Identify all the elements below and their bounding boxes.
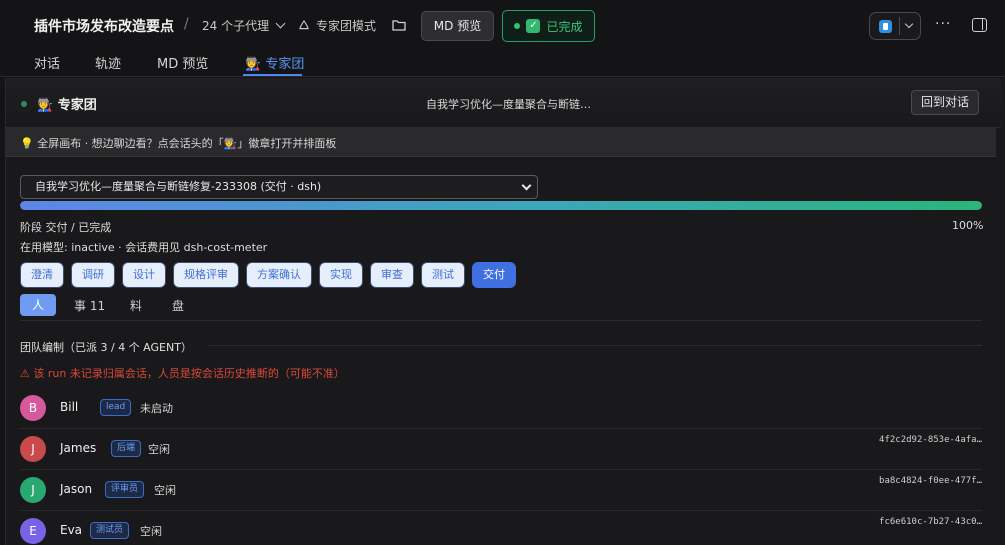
phase-chip-clarify[interactable]: 澄清 <box>20 262 64 288</box>
team-heading: 团队编制（已派 3 / 4 个 AGENT） <box>20 341 192 354</box>
tip-text: 💡 全屏画布 · 想边聊边看？点会话头的「🧑‍🏭」徽章打开并排面板 <box>20 137 337 150</box>
phase-chip-research[interactable]: 调研 <box>71 262 115 288</box>
phase-chip-review[interactable]: 审查 <box>370 262 414 288</box>
run-select-value: 自我学习优化—度量聚合与断链修复-233308 (交付 · dsh) <box>35 180 322 193</box>
member-status: 未启动 <box>140 402 173 415</box>
back-to-chat-button[interactable]: 回到对话 <box>911 90 979 115</box>
chevron-down-icon <box>904 19 914 29</box>
avatar: J <box>20 436 46 462</box>
phase-chip-implement[interactable]: 实现 <box>319 262 363 288</box>
progress-bar <box>20 201 982 210</box>
role-badge: 评审员 <box>105 481 145 498</box>
member-row[interactable]: E Eva 测试员 空闲 fc6e610c-7b27-43c0… <box>20 511 982 545</box>
live-status-dot-icon <box>21 101 27 107</box>
tab-trace[interactable]: 轨迹 <box>95 53 121 72</box>
member-name: James <box>60 441 97 455</box>
active-tab-indicator <box>243 74 302 76</box>
expert-mode-toggle[interactable]: 专家团模式 <box>297 17 376 34</box>
phase-chip-test[interactable]: 测试 <box>421 262 465 288</box>
agent-id: 4f2c2d92-853e-4afa… <box>879 435 982 445</box>
tab-md-preview[interactable]: MD 预览 <box>157 53 208 72</box>
progress-fill <box>20 201 982 210</box>
selector-divider <box>899 17 900 35</box>
run-select[interactable]: 自我学习优化—度量聚合与断链修复-233308 (交付 · dsh) <box>20 175 538 199</box>
completed-label: 已完成 <box>546 19 583 34</box>
member-status: 空闲 <box>140 525 162 538</box>
stage-text: 阶段 交付 / 已完成 <box>20 221 112 234</box>
subtab-tasks[interactable]: 事 11 <box>74 297 105 314</box>
title-separator: / <box>184 16 189 32</box>
agent-id: fc6e610c-7b27-43c0… <box>879 517 982 527</box>
avatar: E <box>20 518 46 544</box>
panel-header: 🧑‍🏭 专家团 自我学习优化—度量聚合与断链… 回到对话 <box>6 78 1001 128</box>
member-name: Bill <box>60 400 79 414</box>
tab-chat[interactable]: 对话 <box>34 53 60 72</box>
subagents-dropdown[interactable]: 24 个子代理 <box>202 17 286 34</box>
subtab-board[interactable]: 盘 <box>172 297 184 314</box>
member-status: 空闲 <box>148 443 170 456</box>
chevron-down-icon <box>521 180 532 191</box>
recycle-icon <box>299 19 309 29</box>
phase-chip-design[interactable]: 设计 <box>122 262 166 288</box>
role-badge: 测试员 <box>90 522 130 539</box>
member-status: 空闲 <box>154 484 176 497</box>
agent-id: ba8c4824-f0ee-477f… <box>879 476 982 486</box>
subagents-label: 24 个子代理 <box>202 19 270 33</box>
inference-warning: ⚠ 该 run 未记录归属会话，人员是按会话历史推断的（可能不准） <box>20 367 345 380</box>
chevron-down-icon <box>275 18 286 29</box>
subtab-materials[interactable]: 料 <box>130 297 142 314</box>
completed-status-button[interactable]: ✓ 已完成 <box>502 10 595 42</box>
side-panel-icon[interactable] <box>972 18 987 32</box>
app-selector[interactable] <box>869 12 921 40</box>
phase-chip-spec-review[interactable]: 规格评审 <box>173 262 239 288</box>
status-dot-icon <box>514 23 521 29</box>
main-tabs: 对话 轨迹 MD 预览 🧑‍🏭 专家团 <box>0 50 1005 77</box>
member-row[interactable]: J James 后端 空闲 4f2c2d92-853e-4afa… <box>20 429 982 470</box>
phase-chip-deliver[interactable]: 交付 <box>472 262 516 288</box>
role-badge: lead <box>100 399 132 416</box>
subtab-people[interactable]: 人 <box>20 294 56 316</box>
panel-subtitle: 自我学习优化—度量聚合与断链… <box>426 98 591 111</box>
expert-mode-label: 专家团模式 <box>316 19 377 33</box>
role-badge: 后端 <box>111 440 142 457</box>
member-name: Eva <box>60 523 83 537</box>
member-row[interactable]: J Jason 评审员 空闲 ba8c4824-f0ee-477f… <box>20 470 982 511</box>
expert-team-panel: 🧑‍🏭 专家团 自我学习优化—度量聚合与断链… 回到对话 💡 全屏画布 · 想边… <box>5 78 1005 545</box>
top-bar: 插件市场发布改造要点 / 24 个子代理 专家团模式 MD 预览 ✓ 已完成 ·… <box>0 0 1005 50</box>
progress-percent: 100% <box>952 219 984 232</box>
tip-banner: 💡 全屏画布 · 想边聊边看？点会话头的「🧑‍🏭」徽章打开并排面板 <box>6 128 996 157</box>
member-name: Jason <box>60 482 93 496</box>
phase-chip-plan-confirm[interactable]: 方案确认 <box>246 262 312 288</box>
sub-tabs: 人 事 11 料 盘 <box>20 294 982 321</box>
checkmark-icon: ✓ <box>526 19 541 33</box>
app-logo-icon <box>879 20 892 33</box>
folder-icon[interactable] <box>392 19 406 31</box>
avatar: J <box>20 477 46 503</box>
avatar: B <box>20 395 46 421</box>
page-title: 插件市场发布改造要点 <box>34 19 174 35</box>
panel-title: 🧑‍🏭 专家团 <box>37 98 97 113</box>
member-row[interactable]: B Bill lead 未启动 <box>20 388 982 429</box>
tab-expert-team[interactable]: 🧑‍🏭 专家团 <box>245 53 304 72</box>
model-text: 在用模型: inactive · 会话费用见 dsh-cost-meter <box>20 241 268 254</box>
more-icon[interactable]: ··· <box>935 16 951 32</box>
phase-chips: 澄清 调研 设计 规格评审 方案确认 实现 审查 测试 交付 <box>20 262 516 288</box>
team-divider <box>208 345 982 346</box>
md-preview-button[interactable]: MD 预览 <box>421 11 494 41</box>
